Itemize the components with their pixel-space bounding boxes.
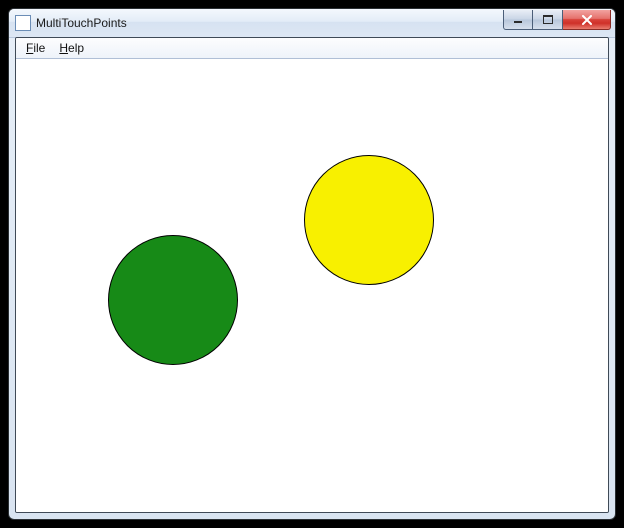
touch-point[interactable] xyxy=(108,235,238,365)
menu-file[interactable]: File xyxy=(20,40,51,56)
titlebar[interactable]: MultiTouchPoints xyxy=(9,9,615,38)
touch-point[interactable] xyxy=(304,155,434,285)
window-controls xyxy=(503,10,611,30)
close-button[interactable] xyxy=(563,10,611,30)
menubar: File Help xyxy=(16,38,608,59)
minimize-button[interactable] xyxy=(503,10,533,30)
minimize-icon xyxy=(513,16,523,24)
maximize-icon xyxy=(543,15,553,24)
maximize-button[interactable] xyxy=(533,10,563,30)
application-window: MultiTouchPoints File Help xyxy=(8,8,616,520)
menu-help[interactable]: Help xyxy=(53,40,90,56)
client-frame: File Help xyxy=(15,37,609,513)
app-icon xyxy=(15,15,31,31)
canvas-surface[interactable] xyxy=(16,59,608,512)
close-icon xyxy=(581,15,593,25)
window-title: MultiTouchPoints xyxy=(36,16,503,30)
